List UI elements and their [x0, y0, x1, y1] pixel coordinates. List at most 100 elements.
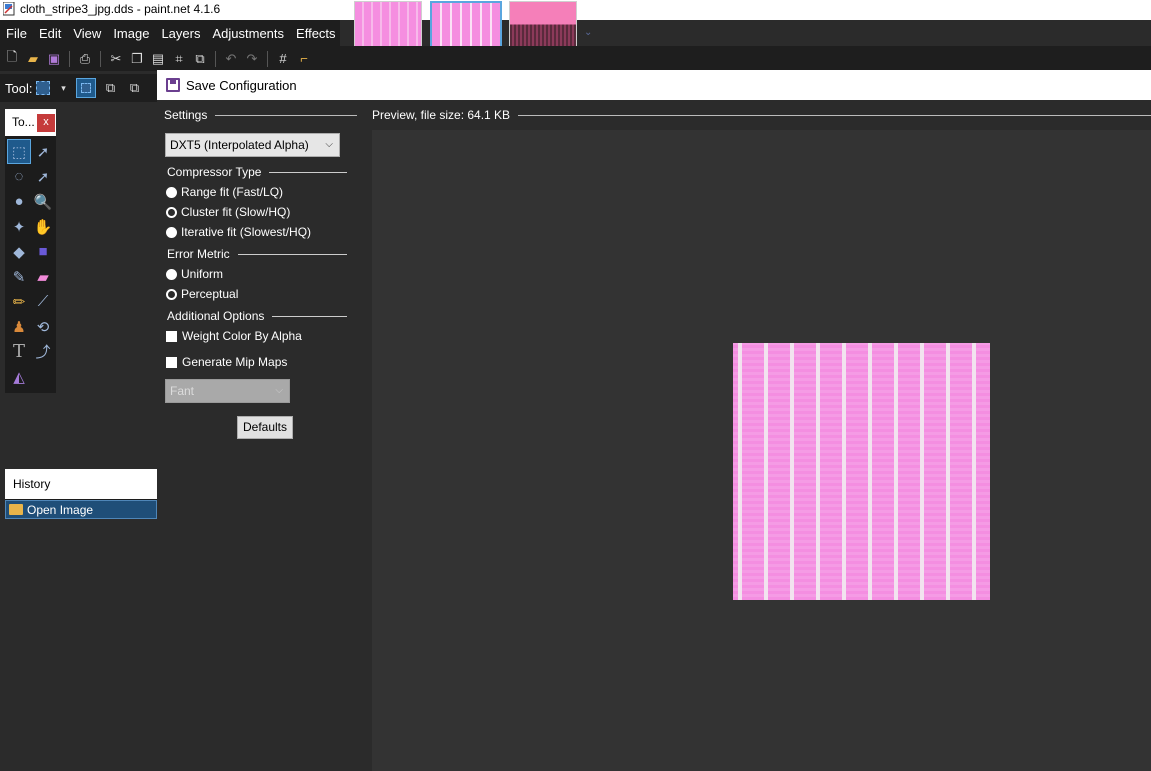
- ruler-icon[interactable]: ⌐: [295, 51, 313, 67]
- preview-image: [733, 343, 990, 600]
- divider: [518, 114, 1151, 116]
- radio-perceptual[interactable]: Perceptual: [166, 287, 238, 301]
- exclude-mode-icon: ⧉: [129, 80, 140, 95]
- open-folder-icon[interactable]: ▰: [24, 51, 42, 67]
- redo-icon[interactable]: ↷: [243, 51, 261, 67]
- move-selected-icon[interactable]: ➚: [31, 139, 55, 164]
- selection-mode-replace-button[interactable]: [76, 78, 97, 98]
- radio-label: Cluster fit (Slow/HQ): [181, 205, 291, 219]
- settings-label: Settings: [164, 108, 208, 122]
- pan-icon[interactable]: ✋: [31, 214, 55, 239]
- save-icon[interactable]: ▣: [45, 51, 63, 67]
- radio-button[interactable]: [166, 186, 177, 198]
- radio-button[interactable]: [166, 226, 177, 238]
- pencil-icon[interactable]: ✏: [7, 289, 31, 314]
- rectangle-select-icon[interactable]: ⬚: [7, 139, 31, 164]
- cut-icon[interactable]: ✂: [107, 51, 125, 67]
- settings-section-header: Settings: [164, 108, 357, 122]
- grid-icon[interactable]: #: [274, 51, 292, 67]
- tools-panel: To... x ⬚ ➚ ◌ ➚ ● 🔍 ✦ ✋ ◆ ■ ✎ ▰ ✏ ⟋ ♟ ⟲ …: [5, 109, 56, 393]
- additional-options-label: Additional Options: [167, 309, 265, 323]
- preview-area: [372, 130, 1151, 771]
- tool-dropdown-icon[interactable]: ▾: [54, 80, 72, 96]
- lasso-select-icon[interactable]: ◌: [7, 164, 31, 189]
- radio-range-fit[interactable]: Range fit (Fast/LQ): [166, 185, 283, 199]
- paint-bucket-icon[interactable]: ◆: [7, 239, 31, 264]
- menu-view[interactable]: View: [67, 26, 107, 41]
- recolor-icon[interactable]: ⟲: [31, 314, 55, 339]
- text-icon[interactable]: T: [7, 339, 31, 364]
- current-tool-icon[interactable]: [36, 81, 51, 95]
- save-icon: [166, 78, 180, 92]
- color-picker-icon[interactable]: ⟋: [31, 289, 55, 314]
- checkbox-label: Generate Mip Maps: [182, 355, 288, 369]
- radio-label: Uniform: [181, 267, 224, 281]
- format-dropdown[interactable]: DXT5 (Interpolated Alpha) ⌵: [165, 133, 340, 157]
- move-selection-icon[interactable]: ➚: [31, 164, 55, 189]
- radio-label: Perceptual: [181, 287, 239, 301]
- error-metric-label: Error Metric: [167, 247, 230, 261]
- menu-bar: File Edit View Image Layers Adjustments …: [0, 20, 340, 46]
- gradient-icon[interactable]: ■: [31, 239, 55, 264]
- ellipse-select-icon[interactable]: ●: [7, 189, 31, 214]
- menu-edit[interactable]: Edit: [33, 26, 67, 41]
- checkbox[interactable]: [166, 330, 177, 342]
- tool-options-bar: Tool: ▾ ⧉ ⧉: [0, 74, 157, 102]
- divider: [272, 315, 347, 317]
- paintbrush-icon[interactable]: ✎: [7, 264, 31, 289]
- toolbar-separator: [267, 50, 268, 67]
- print-icon[interactable]: ⎙: [76, 51, 94, 67]
- radio-iterative-fit[interactable]: Iterative fit (Slowest/HQ): [166, 225, 311, 239]
- radio-uniform[interactable]: Uniform: [166, 267, 223, 281]
- divider: [215, 114, 357, 116]
- union-mode-icon: ⧉: [105, 80, 116, 95]
- copy-icon[interactable]: ❐: [128, 51, 146, 67]
- line-curve-icon[interactable]: ⤴: [31, 339, 55, 364]
- save-configuration-dialog: Save Configuration Settings Preview, fil…: [157, 70, 1151, 771]
- dialog-titlebar: Save Configuration: [157, 70, 1151, 100]
- menu-image[interactable]: Image: [107, 26, 155, 41]
- shapes-icon[interactable]: ◭: [7, 364, 31, 389]
- window-title: cloth_stripe3_jpg.dds - paint.net 4.1.6: [20, 2, 221, 16]
- radio-button[interactable]: [166, 268, 177, 280]
- image-list-dropdown-icon[interactable]: ⌄: [584, 27, 592, 38]
- history-panel-title: History: [5, 469, 157, 499]
- crop-icon[interactable]: ⌗: [170, 51, 188, 67]
- clone-stamp-icon[interactable]: ♟: [7, 314, 31, 339]
- format-dropdown-value: DXT5 (Interpolated Alpha): [170, 138, 309, 152]
- eraser-icon[interactable]: ▰: [31, 264, 55, 289]
- tools-panel-header: To... x: [5, 109, 56, 136]
- undo-icon[interactable]: ↶: [222, 51, 240, 67]
- new-file-icon[interactable]: 🗋: [3, 49, 21, 67]
- radio-cluster-fit[interactable]: Cluster fit (Slow/HQ): [166, 205, 290, 219]
- magic-wand-icon[interactable]: ✦: [7, 214, 31, 239]
- defaults-button[interactable]: Defaults: [237, 416, 293, 439]
- paste-icon[interactable]: ▤: [149, 51, 167, 67]
- radio-button-checked[interactable]: [166, 288, 177, 300]
- tool-grid: ⬚ ➚ ◌ ➚ ● 🔍 ✦ ✋ ◆ ■ ✎ ▰ ✏ ⟋ ♟ ⟲ T ⤴ ◭: [7, 139, 55, 389]
- dialog-title: Save Configuration: [186, 77, 297, 93]
- compressor-type-header: Compressor Type: [167, 165, 347, 179]
- selection-mode-exclude-button[interactable]: ⧉: [124, 78, 144, 98]
- error-metric-header: Error Metric: [167, 247, 347, 261]
- toolbar-separator: [100, 50, 101, 67]
- checkbox-label: Weight Color By Alpha: [182, 329, 302, 343]
- folder-icon: [9, 504, 23, 515]
- checkbox[interactable]: [166, 356, 177, 368]
- preview-section-header: Preview, file size: 64.1 KB: [372, 108, 1151, 122]
- divider: [269, 171, 347, 173]
- deselect-icon[interactable]: ⧉: [191, 51, 209, 67]
- menu-file[interactable]: File: [0, 26, 33, 41]
- close-icon[interactable]: x: [37, 114, 55, 132]
- checkbox-weight-color-by-alpha[interactable]: Weight Color By Alpha: [166, 329, 302, 343]
- selection-mode-union-button[interactable]: ⧉: [100, 78, 120, 98]
- radio-label: Iterative fit (Slowest/HQ): [181, 225, 312, 239]
- checkbox-generate-mip-maps[interactable]: Generate Mip Maps: [166, 355, 287, 369]
- history-panel: History Open Image: [5, 469, 157, 519]
- menu-layers[interactable]: Layers: [155, 26, 206, 41]
- history-item[interactable]: Open Image: [5, 500, 157, 519]
- menu-adjustments[interactable]: Adjustments: [206, 26, 290, 41]
- menu-effects[interactable]: Effects: [290, 26, 342, 41]
- zoom-icon[interactable]: 🔍: [31, 189, 55, 214]
- radio-button-checked[interactable]: [166, 206, 177, 218]
